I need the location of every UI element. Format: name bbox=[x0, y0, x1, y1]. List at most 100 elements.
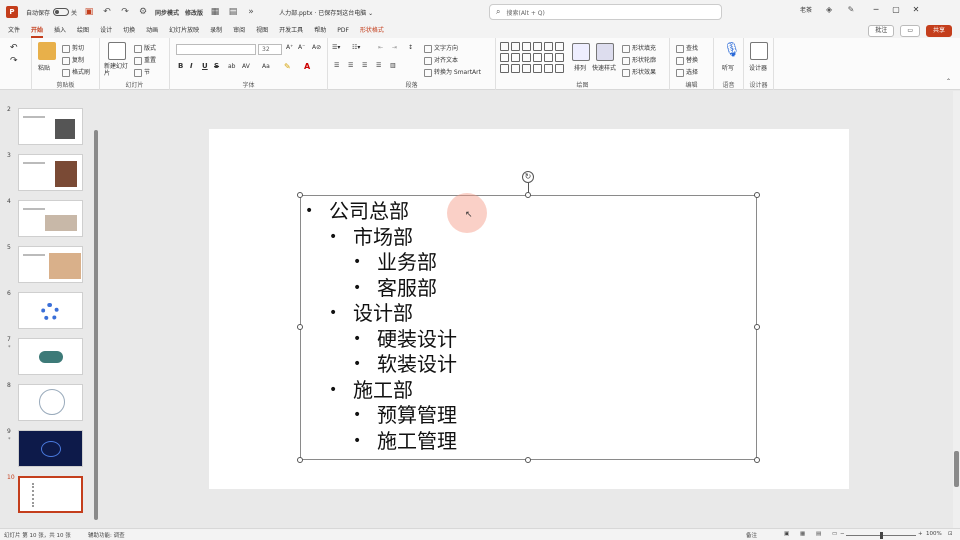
comments-button[interactable]: 批注 bbox=[868, 25, 895, 37]
minimize-icon[interactable]: ─ bbox=[866, 5, 886, 14]
tab-draw[interactable]: 绘图 bbox=[77, 24, 89, 38]
dictate-button[interactable]: 听写 bbox=[722, 63, 734, 72]
tab-transitions[interactable]: 切换 bbox=[123, 24, 135, 38]
redo-icon[interactable]: ↷ bbox=[10, 56, 18, 66]
align-center-icon[interactable]: ☰ bbox=[348, 62, 353, 69]
revision-label[interactable]: 修改版 bbox=[185, 8, 203, 17]
bullets-icon[interactable]: ☰▾ bbox=[332, 44, 340, 51]
sorter-view-icon[interactable]: ▦ bbox=[800, 531, 805, 537]
spacing-icon[interactable]: AV bbox=[242, 63, 250, 70]
bullet-item[interactable]: • 公司总部 bbox=[305, 199, 409, 223]
grow-font-icon[interactable]: A⁺ bbox=[286, 44, 293, 51]
shape-effects-button[interactable]: 形状效果 bbox=[622, 67, 656, 77]
tab-slideshow[interactable]: 幻灯片放映 bbox=[169, 24, 199, 38]
bullet-item[interactable]: • 业务部 bbox=[353, 250, 437, 274]
user-name[interactable]: 老茶 bbox=[800, 5, 812, 14]
numbering-icon[interactable]: ☷▾ bbox=[352, 44, 360, 51]
format-painter-button[interactable]: 格式刷 bbox=[62, 67, 90, 77]
slide-thumbnail-7[interactable] bbox=[18, 338, 83, 375]
autosave-toggle[interactable] bbox=[53, 8, 70, 16]
rotate-icon[interactable]: ↻ bbox=[522, 171, 534, 183]
align-left-icon[interactable]: ☰ bbox=[334, 62, 339, 69]
bullet-item[interactable]: • 预算管理 bbox=[353, 403, 457, 427]
paste-icon[interactable] bbox=[38, 42, 56, 60]
resize-handle[interactable] bbox=[525, 192, 531, 198]
resize-handle[interactable] bbox=[754, 457, 760, 463]
tab-shape-format[interactable]: 形状格式 bbox=[360, 24, 384, 38]
font-color-icon[interactable]: A bbox=[304, 62, 310, 71]
line-spacing-icon[interactable]: ↕ bbox=[408, 44, 413, 51]
reading-view-icon[interactable]: ▤ bbox=[816, 531, 821, 537]
collapse-ribbon-icon[interactable]: ⌃ bbox=[946, 78, 951, 85]
scrollbar-thumb[interactable] bbox=[954, 451, 959, 487]
thumbnail-scrollbar[interactable] bbox=[94, 130, 98, 520]
tab-review[interactable]: 审阅 bbox=[233, 24, 245, 38]
customize-icon[interactable]: ⚙ bbox=[137, 6, 149, 18]
smartart-button[interactable]: 转换为 SmartArt bbox=[424, 67, 481, 77]
replace-button[interactable]: 替换 bbox=[676, 55, 698, 65]
decrease-indent-icon[interactable]: ⇤ bbox=[378, 44, 383, 51]
align-right-icon[interactable]: ☰ bbox=[362, 62, 367, 69]
accessibility-status[interactable]: 辅助功能: 调查 bbox=[88, 531, 125, 539]
text-direction-button[interactable]: 文字方向 bbox=[424, 43, 458, 53]
grid-icon[interactable]: ▦ bbox=[209, 6, 221, 18]
save-icon[interactable]: ▣ bbox=[83, 6, 95, 18]
tab-view[interactable]: 视图 bbox=[256, 24, 268, 38]
font-name-select[interactable] bbox=[176, 44, 256, 55]
normal-view-icon[interactable]: ▣ bbox=[784, 531, 789, 537]
slide-thumbnail-6[interactable] bbox=[18, 292, 83, 329]
undo-icon[interactable]: ↶ bbox=[10, 43, 18, 53]
document-title[interactable]: 人力部.pptx · 已保存到这台电脑 ⌄ bbox=[279, 8, 373, 17]
copy-button[interactable]: 复制 bbox=[62, 55, 84, 65]
tab-animations[interactable]: 动画 bbox=[146, 24, 158, 38]
columns-icon[interactable]: ▥ bbox=[390, 62, 396, 69]
shape-outline-button[interactable]: 形状轮廓 bbox=[622, 55, 656, 65]
redo-icon[interactable]: ↷ bbox=[119, 6, 131, 18]
bullet-item[interactable]: • 市场部 bbox=[329, 225, 413, 249]
fit-slide-icon[interactable]: ⊡ bbox=[948, 531, 953, 537]
copilot-icon[interactable]: ◈ bbox=[822, 5, 836, 14]
resize-handle[interactable] bbox=[297, 457, 303, 463]
strike-button[interactable]: S bbox=[214, 62, 219, 70]
zoom-slider-knob[interactable] bbox=[880, 532, 883, 539]
select-button[interactable]: 选择 bbox=[676, 67, 698, 77]
arrange-button[interactable]: 排列 bbox=[574, 63, 586, 72]
slide-thumbnail-2[interactable] bbox=[18, 108, 83, 145]
shapes-gallery[interactable] bbox=[500, 42, 566, 76]
designer-icon[interactable] bbox=[750, 42, 768, 60]
tab-developer[interactable]: 开发工具 bbox=[279, 24, 303, 38]
resize-handle[interactable] bbox=[754, 324, 760, 330]
tab-pdf[interactable]: PDF bbox=[337, 24, 349, 38]
layout-button[interactable]: 版式 bbox=[134, 43, 156, 53]
zoom-level[interactable]: 100% bbox=[926, 531, 942, 537]
tab-insert[interactable]: 插入 bbox=[54, 24, 66, 38]
vertical-scrollbar[interactable] bbox=[953, 91, 960, 528]
resize-handle[interactable] bbox=[754, 192, 760, 198]
zoom-in-icon[interactable]: + bbox=[918, 531, 923, 537]
slide-thumbnail-9[interactable] bbox=[18, 430, 83, 467]
close-icon[interactable]: ✕ bbox=[906, 5, 926, 14]
underline-button[interactable]: U bbox=[202, 62, 208, 70]
slideshow-view-icon[interactable]: ▭ bbox=[832, 531, 837, 537]
search-box[interactable]: ⌕ 搜索(Alt + Q) bbox=[489, 4, 722, 20]
quick-styles-icon[interactable] bbox=[596, 43, 614, 61]
tab-help[interactable]: 帮助 bbox=[314, 24, 326, 38]
new-slide-icon[interactable] bbox=[108, 42, 126, 60]
notes-button[interactable]: 备注 bbox=[746, 531, 757, 539]
slide-thumbnail-3[interactable] bbox=[18, 154, 83, 191]
bullet-item[interactable]: • 施工部 bbox=[329, 378, 413, 402]
designer-button[interactable]: 设计器 bbox=[749, 63, 767, 72]
cut-button[interactable]: 剪切 bbox=[62, 43, 84, 53]
section-button[interactable]: 节 bbox=[134, 67, 150, 77]
tab-record[interactable]: 录制 bbox=[210, 24, 222, 38]
font-size-select[interactable]: 32 bbox=[258, 44, 282, 55]
italic-button[interactable]: I bbox=[190, 62, 193, 70]
present-button[interactable]: ▭ bbox=[900, 25, 920, 37]
slide-thumbnail-4[interactable] bbox=[18, 200, 83, 237]
bullet-item[interactable]: • 设计部 bbox=[329, 301, 413, 325]
more-icon[interactable]: » bbox=[245, 6, 257, 18]
bullet-item[interactable]: • 客服部 bbox=[353, 276, 437, 300]
maximize-icon[interactable]: ▢ bbox=[886, 5, 906, 14]
resize-handle[interactable] bbox=[525, 457, 531, 463]
undo-icon[interactable]: ↶ bbox=[101, 6, 113, 18]
